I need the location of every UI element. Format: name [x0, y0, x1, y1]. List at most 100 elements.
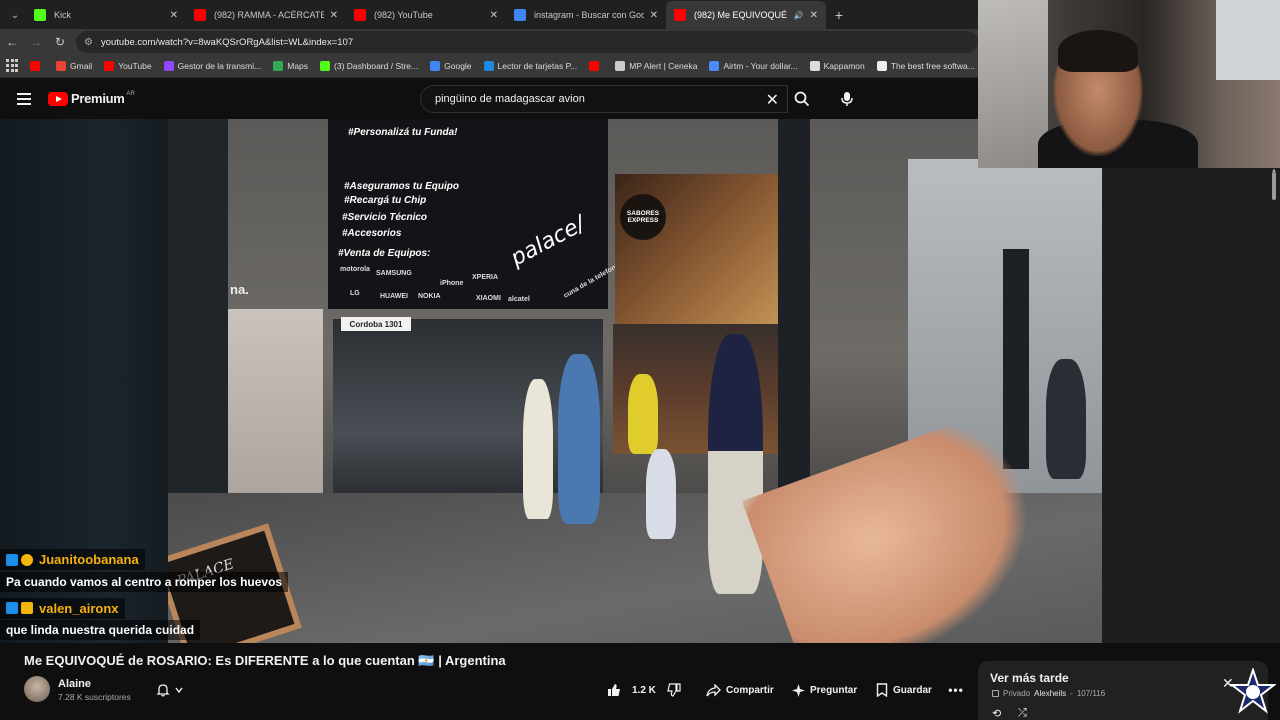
menu-hamburger-icon[interactable] — [0, 78, 48, 119]
close-tab-icon[interactable]: ✕ — [490, 10, 498, 21]
brand-label: iPhone — [440, 280, 464, 287]
bookmark-item[interactable]: Maps — [273, 61, 308, 71]
bookmark-label: Google — [444, 61, 472, 71]
new-tab-plus-icon[interactable]: + — [826, 1, 852, 29]
search-query: pingüino de madagascar avion — [435, 93, 585, 105]
ask-button[interactable]: Preguntar — [792, 678, 857, 702]
bookmark-item[interactable] — [589, 61, 603, 71]
share-button[interactable]: Compartir — [706, 678, 774, 702]
notification-bell-button[interactable] — [148, 678, 192, 702]
chat-overlay: Juanitoobanana Pa cuando vamos al centro… — [0, 549, 330, 643]
tab-favicon-icon — [514, 9, 526, 21]
url-field[interactable]: ⚙ youtube.com/watch?v=8waKQSrORgA&list=W… — [76, 31, 978, 53]
chat-text: Pa cuando vamos al centro a romper los h… — [0, 571, 289, 592]
chat-username: valen_aironx — [39, 600, 119, 616]
sign-line: #Personalizá tu Funda! — [348, 127, 458, 138]
like-button[interactable]: 1.2 K — [607, 678, 656, 702]
browser-tab[interactable]: instagram - Buscar con Google ✕ — [506, 1, 666, 29]
bookmark-item[interactable]: Gestor de la transmi... — [163, 61, 262, 71]
youtube-premium-logo[interactable]: Premium AR — [48, 91, 135, 106]
address-sign: Cordoba 1301 — [341, 317, 411, 331]
chat-user-row: Juanitoobanana — [0, 549, 145, 570]
tab-title: (982) RAMMA - ACÉRCATE (Vis — [214, 10, 324, 20]
bookmark-item[interactable]: Kappamon — [809, 61, 865, 71]
bookmark-favicon-icon — [56, 61, 66, 71]
bookmark-label: Lector de tarjetas P... — [497, 61, 578, 71]
bookmark-favicon-icon — [273, 61, 284, 71]
bookmark-favicon-icon — [709, 61, 720, 71]
reload-icon[interactable]: ↻ — [48, 30, 72, 54]
clear-search-icon[interactable]: ✕ — [766, 90, 779, 110]
playlist-panel: Ver más tarde Privado Alexheils - 107/11… — [978, 661, 1268, 720]
lock-icon — [992, 690, 999, 697]
bookmark-favicon-icon — [30, 61, 40, 71]
share-label: Compartir — [726, 684, 774, 696]
playlist-position: 107/116 — [1076, 689, 1106, 698]
sign-line: #Servicio Técnico — [342, 212, 428, 223]
save-button[interactable]: Guardar — [876, 678, 932, 702]
audio-playing-icon[interactable]: 🔊 — [794, 11, 804, 20]
tab-favicon-icon — [34, 9, 46, 21]
bookmark-item[interactable]: Google — [430, 61, 472, 71]
page-scrollbar[interactable] — [1272, 172, 1276, 200]
channel-name[interactable]: Alaine — [58, 678, 91, 690]
left-shop-sign: na. — [230, 282, 249, 297]
streamer-webcam — [978, 0, 1280, 168]
sparkle-icon — [792, 683, 805, 697]
bookmark-item[interactable]: Lector de tarjetas P... — [483, 61, 578, 71]
browser-tab[interactable]: (982) Me EQUIVOQUÉ de R 🔊 ✕ — [666, 1, 826, 29]
forward-arrow-icon[interactable]: → — [24, 30, 48, 54]
close-tab-icon[interactable]: ✕ — [650, 10, 658, 21]
separator: - — [1070, 689, 1073, 698]
bell-icon — [156, 684, 170, 697]
brand-label: NOKIA — [418, 293, 441, 300]
playlist-privacy: Privado — [1003, 689, 1031, 698]
loop-icon[interactable]: ⟲ — [992, 707, 1001, 720]
tab-list: Kick✕(982) RAMMA - ACÉRCATE (Vis✕(982) Y… — [26, 1, 826, 29]
bookmark-label: YouTube — [118, 61, 152, 71]
search-input[interactable]: pingüino de madagascar avion ✕ — [420, 85, 788, 113]
bookmark-label: Gestor de la transmi... — [177, 61, 262, 71]
shuffle-icon[interactable]: ⤮ — [1018, 707, 1027, 720]
browser-tab[interactable]: (982) RAMMA - ACÉRCATE (Vis ✕ — [186, 1, 346, 29]
playlist-title[interactable]: Ver más tarde — [990, 671, 1069, 685]
site-info-icon[interactable]: ⚙ — [84, 37, 93, 48]
channel-avatar[interactable] — [24, 676, 50, 702]
chat-user-row: valen_aironx — [0, 597, 125, 619]
pedestrian — [708, 334, 763, 594]
playlist-owner[interactable]: Alexheils — [1034, 689, 1066, 698]
close-tab-icon[interactable]: ✕ — [330, 10, 338, 21]
bookmark-favicon-icon — [430, 61, 441, 71]
bookmark-item[interactable] — [30, 61, 44, 71]
chat-text: que linda nuestra querida cuidad — [0, 620, 201, 640]
browser-tab[interactable]: (982) YouTube ✕ — [346, 1, 506, 29]
sign-line: #Venta de Equipos: — [338, 248, 431, 259]
tab-search-dropdown-icon[interactable]: ⌄ — [4, 1, 26, 29]
bookmark-item[interactable]: Gmail — [56, 61, 92, 71]
browser-tab[interactable]: Kick ✕ — [26, 1, 186, 29]
thumbs-down-icon — [667, 683, 681, 697]
voice-search-button[interactable] — [834, 86, 860, 112]
more-actions-icon[interactable]: ••• — [946, 678, 966, 702]
bookmark-item[interactable]: MP Alert | Ceneka — [615, 61, 697, 71]
tab-title: (982) YouTube — [374, 10, 433, 20]
bookmark-label: Gmail — [70, 61, 93, 71]
close-tab-icon[interactable]: ✕ — [170, 10, 178, 21]
youtube-play-icon — [48, 91, 68, 106]
search-button[interactable] — [786, 85, 818, 113]
dislike-button[interactable] — [667, 678, 686, 702]
back-arrow-icon[interactable]: ← — [0, 30, 24, 54]
bookmark-label: Maps — [287, 61, 309, 71]
bookmark-label: MP Alert | Ceneka — [629, 61, 698, 71]
bookmark-item[interactable]: Airtm - Your dollar... — [709, 61, 798, 71]
video-player[interactable]: #Personalizá tu Funda! #Aseguramos tu Eq… — [0, 119, 1102, 643]
brand-label: XPERIA — [472, 274, 499, 281]
bookmark-item[interactable]: YouTube — [104, 61, 152, 71]
tab-title: instagram - Buscar con Google — [534, 10, 644, 20]
playlist-meta: Privado Alexheils - 107/116 — [992, 689, 1105, 698]
bookmark-item[interactable]: (3) Dashboard / Stre... — [320, 61, 418, 71]
bookmark-item[interactable]: The best free softwa... — [876, 61, 975, 71]
chat-username: Juanitoobanana — [39, 552, 139, 567]
apps-grid-icon[interactable] — [6, 59, 18, 73]
close-tab-icon[interactable]: ✕ — [810, 10, 818, 21]
